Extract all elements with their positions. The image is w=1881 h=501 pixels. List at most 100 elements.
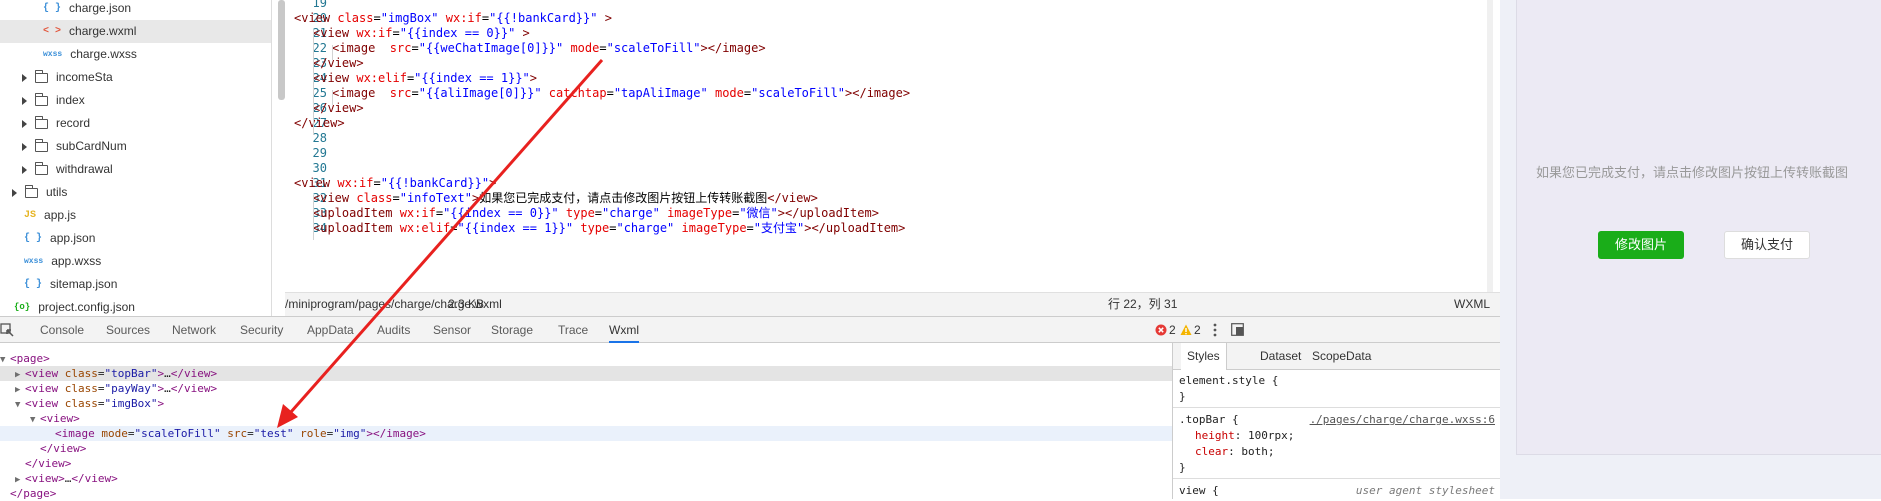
wxss-file-icon: wxss <box>43 50 63 60</box>
devtools-tab-appdata[interactable]: AppData <box>307 317 354 343</box>
indent-guide <box>332 90 333 105</box>
edit-image-button[interactable]: 修改图片 <box>1598 231 1684 259</box>
file-tree-label: charge.json <box>69 1 132 15</box>
file-tree-label: sitemap.json <box>50 277 118 291</box>
file-tree-label: incomeSta <box>56 70 113 84</box>
editor-status-bar: /miniprogram/pages/charge/charge.wxml 2.… <box>285 292 1500 316</box>
devtools-tab-sources[interactable]: Sources <box>106 317 150 343</box>
file-tree-label: app.js <box>44 208 77 222</box>
dom-node[interactable]: </view> <box>0 456 1172 471</box>
json-file-icon: { } <box>43 3 62 15</box>
style-prop-height[interactable]: height: 100rpx; <box>1195 428 1294 444</box>
expand-arrow-icon[interactable] <box>22 165 27 174</box>
error-count: 2 <box>1169 323 1176 337</box>
file-tree-label: record <box>56 116 91 130</box>
dock-side-icon[interactable] <box>1231 323 1244 339</box>
file-tree-item[interactable]: record <box>22 112 90 135</box>
wxss-file-icon: wxss <box>24 257 44 267</box>
language-mode[interactable]: WXML <box>1454 293 1490 316</box>
styles-tab-styles[interactable]: Styles <box>1181 343 1227 370</box>
file-tree-item[interactable]: JS app.js <box>24 204 76 227</box>
file-tree-label: app.wxss <box>51 254 102 268</box>
file-explorer: { } charge.json < > charge.wxml wxss charge.w… <box>0 0 272 316</box>
dom-node[interactable]: ▼ <view> <box>0 411 1172 426</box>
indent-guide <box>313 195 314 240</box>
code-line[interactable]: <image src="{{weChatImage[0]}}" mode="sc… <box>332 39 766 57</box>
wxml-file-icon: < > <box>43 26 62 38</box>
json-file-icon: { } <box>24 279 43 291</box>
warning-icon[interactable] <box>1180 324 1192 339</box>
file-tree-item[interactable]: < > charge.wxml <box>0 20 271 43</box>
styles-pane: Styles Dataset ScopeData element.style { }… <box>1172 343 1502 499</box>
dom-node[interactable]: ▶ <view>…</view> <box>0 471 1172 486</box>
expand-arrow-icon[interactable] <box>12 188 17 197</box>
wxml-dom-tree[interactable]: ▼ <page> ▶ <view class="topBar">…</view> ▶ <v… <box>0 343 1172 500</box>
js-file-icon: JS <box>24 210 37 222</box>
folder-icon <box>25 184 38 198</box>
config-file-icon: {o} <box>14 302 31 313</box>
code-editor[interactable]: 19 20 <view class="imgBox" wx:if="{{!bankC… <box>285 0 1500 292</box>
folder-icon <box>35 138 48 152</box>
error-icon[interactable] <box>1155 324 1167 339</box>
inspect-element-icon[interactable] <box>0 323 14 340</box>
devtools-tab-security[interactable]: Security <box>240 317 283 343</box>
folder-icon <box>35 161 48 175</box>
devtools-tab-sensor[interactable]: Sensor <box>433 317 471 343</box>
devtools-tab-storage[interactable]: Storage <box>491 317 533 343</box>
simulator-screen <box>1516 0 1881 455</box>
confirm-payment-button[interactable]: 确认支付 <box>1724 231 1810 259</box>
dom-node[interactable]: ▼ <view class="imgBox"> <box>0 396 1172 411</box>
style-rule-close: } <box>1179 390 1186 403</box>
styles-tab-scopedata[interactable]: ScopeData <box>1312 343 1371 369</box>
style-rule-view[interactable]: view { <box>1179 483 1219 499</box>
file-tree-item[interactable]: index <box>22 89 85 112</box>
file-tree-item[interactable]: incomeSta <box>22 66 113 89</box>
style-source-link[interactable]: ./pages/charge/charge.wxss:6 <box>1310 412 1495 428</box>
file-tree-item[interactable]: subCardNum <box>22 135 127 158</box>
file-tree-item[interactable]: utils <box>12 181 67 204</box>
file-tree-item[interactable]: withdrawal <box>22 158 113 181</box>
devtools-tab-audits[interactable]: Audits <box>377 317 410 343</box>
file-tree-label: app.json <box>50 231 96 245</box>
file-tree-label: utils <box>46 185 68 199</box>
file-size: 2.3 KB <box>448 297 485 311</box>
file-tree-label: withdrawal <box>56 162 113 176</box>
file-tree-item[interactable]: {o} project.config.json <box>14 296 135 316</box>
more-options-icon[interactable] <box>1213 323 1217 340</box>
devtools-tab-console[interactable]: Console <box>40 317 84 343</box>
style-rule-topbar[interactable]: .topBar { <box>1179 412 1239 428</box>
dom-node[interactable]: ▼ <page> <box>0 351 1172 366</box>
code-line[interactable]: <uploadItem wx:elif="{{index == 1}}" typ… <box>313 219 905 237</box>
file-tree-label: charge.wxss <box>70 47 137 61</box>
dom-node[interactable]: </view> <box>0 441 1172 456</box>
style-rule-element-style[interactable]: element.style { <box>1179 373 1278 389</box>
file-tree-item[interactable]: { } app.json <box>24 227 95 250</box>
folder-icon <box>35 92 48 106</box>
info-text: 如果您已完成支付，请点击修改图片按钮上传转账截图 <box>1536 165 1849 180</box>
file-tree-item[interactable]: wxss app.wxss <box>24 250 101 273</box>
file-tree-item[interactable]: { } sitemap.json <box>24 273 117 296</box>
file-explorer-scrollbar[interactable] <box>278 0 285 100</box>
expand-arrow-icon[interactable] <box>22 119 27 128</box>
styles-tab-dataset[interactable]: Dataset <box>1260 343 1301 369</box>
devtools-tab-network[interactable]: Network <box>172 317 216 343</box>
indent-guide <box>332 45 333 60</box>
folder-icon <box>35 69 48 83</box>
dom-node[interactable]: ▶ <view class="topBar">…</view> <box>0 366 1172 381</box>
expand-arrow-icon[interactable] <box>22 96 27 105</box>
dom-node[interactable]: ▶ <view class="payWay">…</view> <box>0 381 1172 396</box>
code-line[interactable]: <image src="{{aliImage[0]}}" catchtap="t… <box>332 84 910 102</box>
folder-icon <box>35 115 48 129</box>
cursor-position[interactable]: 行 22，列 31 <box>1108 293 1177 316</box>
expand-arrow-icon[interactable] <box>22 142 27 151</box>
file-tree-item[interactable]: wxss charge.wxss <box>43 43 137 66</box>
expand-arrow-icon[interactable] <box>22 73 27 82</box>
devtools-tab-trace[interactable]: Trace <box>558 317 588 343</box>
file-tree-label: index <box>56 93 85 107</box>
file-tree-item[interactable]: { } charge.json <box>43 0 131 20</box>
style-prop-clear[interactable]: clear: both; <box>1195 444 1275 460</box>
editor-scrollbar[interactable] <box>1487 0 1493 292</box>
devtools-tab-wxml[interactable]: Wxml <box>609 317 639 343</box>
style-source-label: user agent stylesheet <box>1355 484 1495 497</box>
dom-node[interactable]: <image mode="scaleToFill" src="test" rol… <box>0 426 1172 441</box>
